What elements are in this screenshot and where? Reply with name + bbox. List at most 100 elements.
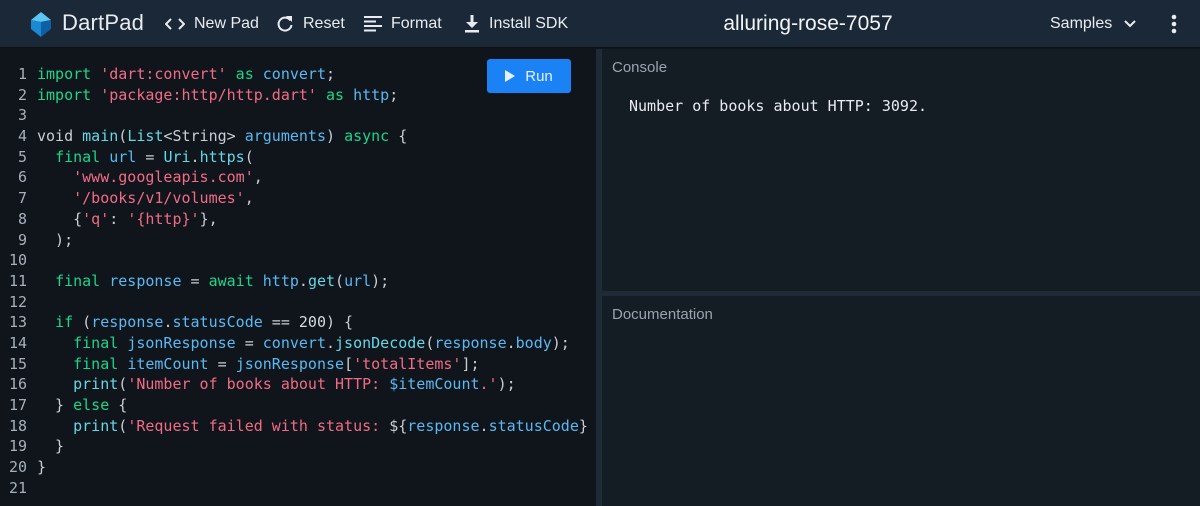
code-text[interactable]: 'www.googleapis.com', [37,167,263,188]
code-token: 'www.googleapis.com' [73,168,254,187]
code-text[interactable]: {'q': '{http}'}, [37,209,218,230]
code-token: = [136,147,164,166]
code-text[interactable]: } [37,436,64,457]
code-text[interactable]: final itemCount = jsonResponse['totalIte… [37,354,479,375]
code-token: response [91,313,164,332]
console-title: Console [612,59,668,76]
format-button[interactable]: Format [364,0,442,48]
code-line[interactable]: 9 ); [0,230,596,251]
line-number: 18 [8,416,27,435]
code-text[interactable]: print('Request failed with status: ${res… [37,416,588,437]
line-number: 21 [8,478,27,497]
samples-dropdown[interactable]: Samples [1050,0,1136,48]
code-line[interactable]: 5 final url = Uri.https( [0,147,596,168]
reset-button[interactable]: Reset [276,0,345,48]
code-token: print [73,416,119,435]
code-token: = [181,271,209,290]
code-token: http [262,271,299,290]
code-token: = [235,333,263,352]
console-panel: Console Number of books about HTTP: 3092… [602,49,1200,291]
line-number: 16 [8,375,27,394]
code-line[interactable]: 11 final response = await http.get(url); [0,271,596,292]
code-token: } [37,458,47,477]
code-token: void [37,127,83,146]
code-line[interactable]: 13 if (response.statusCode == 200) { [0,312,596,333]
code-text[interactable]: ); [37,230,73,251]
pad-title[interactable]: alluring-rose-7057 [660,0,956,48]
code-token: List [127,127,164,146]
run-button[interactable]: Run [487,59,571,93]
code-line[interactable]: 12 [0,292,596,313]
app-title[interactable]: DartPad [62,10,144,36]
download-icon [465,15,479,33]
code-token: statusCode [488,416,579,435]
code-text[interactable]: final response = await http.get(url); [37,271,389,292]
code-line[interactable]: 21 [0,478,596,499]
run-label: Run [525,67,553,85]
code-token: ); [497,375,516,394]
code-text[interactable]: final jsonResponse = convert.jsonDecode(… [37,333,570,354]
code-text[interactable]: print('Number of books about HTTP: $item… [37,374,516,395]
code-text[interactable]: '/books/v1/volumes', [37,188,254,209]
code-token: == [262,313,299,332]
code-line[interactable]: 3 [0,105,596,126]
code-line[interactable]: 20} [0,457,596,478]
code-token: 200 [298,313,326,332]
code-text[interactable]: import 'package:http/http.dart' as http; [37,85,398,106]
code-line[interactable]: 18 print('Request failed with status: ${… [0,416,596,437]
code-token: ; [326,65,336,83]
line-number: 8 [17,209,27,228]
code-token: } [578,416,588,435]
code-token: }, [199,209,218,228]
code-token: } [37,396,74,414]
more-options-button[interactable] [1162,12,1186,36]
code-token: . [506,333,516,352]
code-token: ( [335,271,345,290]
code-token: '/books/v1/volumes' [73,189,245,208]
install-sdk-button[interactable]: Install SDK [464,0,568,48]
code-token: , [244,189,254,208]
line-number: 5 [17,147,27,166]
code-line[interactable]: 10 [0,250,596,271]
code-line[interactable]: 14 final jsonResponse = convert.jsonDeco… [0,333,596,354]
code-token: response [434,333,507,352]
code-line[interactable]: 15 final itemCount = jsonResponse['total… [0,354,596,375]
reset-label: Reset [303,15,345,32]
code-line[interactable]: 6 'www.googleapis.com', [0,167,596,188]
code-token: .' [479,375,498,394]
code-text[interactable]: void main(List<String> arguments) async … [37,126,407,147]
new-pad-button[interactable]: New Pad [165,0,259,48]
code-text[interactable]: if (response.statusCode == 200) { [37,312,353,333]
code-token: ( [244,147,254,166]
code-line[interactable]: 8 {'q': '{http}'}, [0,209,596,230]
code-token: . [190,147,200,166]
code-line[interactable]: 17 } else { [0,395,596,416]
code-token: 'totalItems' [353,354,462,373]
code-line[interactable]: 16 print('Number of books about HTTP: $i… [0,374,596,395]
code-text[interactable]: } else { [37,395,127,416]
code-token: statusCode [172,313,263,332]
code-line[interactable]: 19 } [0,436,596,457]
code-line[interactable]: 4 void main(List<String> arguments) async… [0,126,596,147]
code-text[interactable]: import 'dart:convert' as convert; [37,64,335,85]
code-text[interactable]: } [37,457,46,478]
code-token: . [479,416,489,435]
code-token: https [199,147,245,166]
code-text[interactable]: final url = Uri.https( [37,147,254,168]
code-token: ) [326,127,345,146]
code-token: 'dart:convert' [100,65,227,83]
code-editor[interactable]: 1 import 'dart:convert' as convert; 2 impor… [0,49,596,506]
code-lines[interactable]: 1 import 'dart:convert' as convert; 2 impor… [0,64,596,498]
code-token: 'q' [82,209,110,228]
line-number: 10 [8,251,27,270]
line-number: 14 [8,333,27,352]
code-token: response [407,416,480,435]
code-token: ( [118,375,128,394]
code-token: import [37,85,101,104]
code-line[interactable]: 7 '/books/v1/volumes', [0,188,596,209]
